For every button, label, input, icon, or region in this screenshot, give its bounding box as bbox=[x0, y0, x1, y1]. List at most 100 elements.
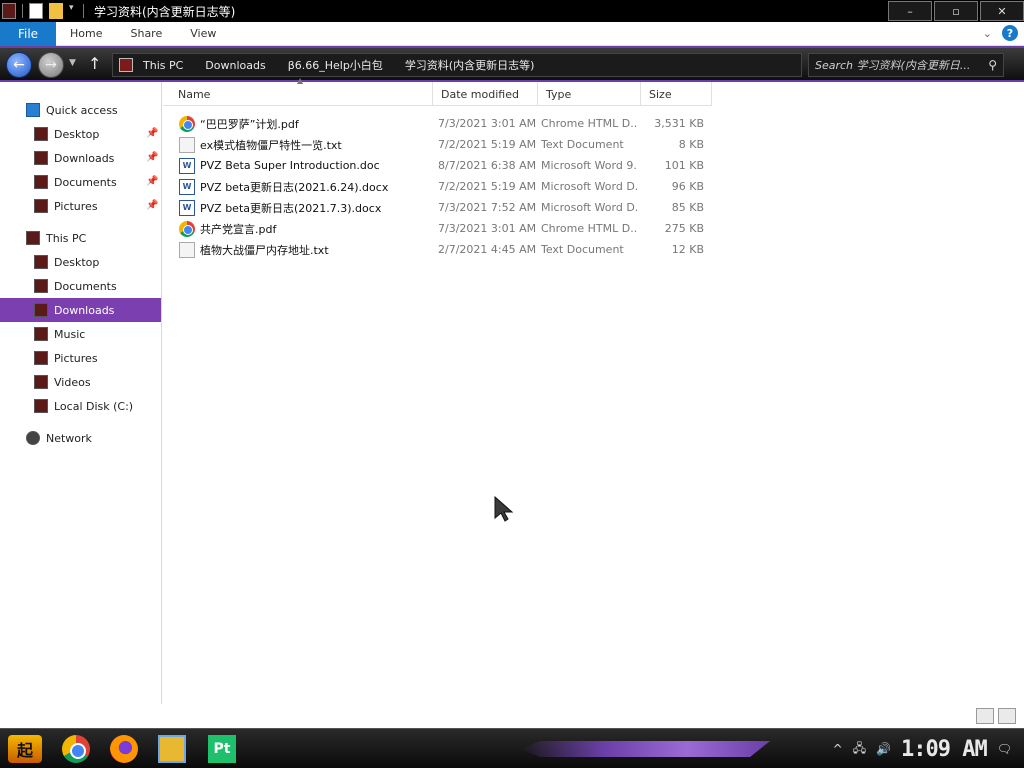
folder-icon bbox=[34, 151, 48, 165]
file-row[interactable]: W PVZ beta更新日志(2021.7.3).docx 7/3/2021 7:5… bbox=[163, 197, 712, 218]
sidebar-item[interactable]: Pictures 📌 bbox=[0, 194, 161, 218]
sidebar-item[interactable]: Desktop bbox=[0, 250, 161, 274]
sidebar-item[interactable]: Music bbox=[0, 322, 161, 346]
file-name: ex模式植物僵尸特性一览.txt bbox=[200, 138, 342, 152]
sidebar-item[interactable]: Local Disk (C:) bbox=[0, 394, 161, 418]
folder-icon bbox=[34, 255, 48, 269]
recent-locations-icon[interactable]: ▼ bbox=[69, 58, 76, 68]
sidebar-item[interactable]: Documents 📌 bbox=[0, 170, 161, 194]
folder-icon bbox=[34, 327, 48, 341]
folder-icon bbox=[119, 58, 133, 72]
notifications-icon[interactable]: 🗨 bbox=[997, 742, 1012, 756]
sidebar-item-label: Desktop bbox=[54, 127, 100, 141]
file-type: Text Document bbox=[541, 243, 624, 256]
file-row[interactable]: W PVZ beta更新日志(2021.6.24).docx 7/2/2021 5:… bbox=[163, 176, 712, 197]
file-name-cell: ex模式植物僵尸特性一览.txt bbox=[163, 136, 430, 153]
folder-icon bbox=[34, 279, 48, 293]
file-row[interactable]: 植物大战僵尸内存地址.txt 2/7/2021 4:45 AM Text Docum… bbox=[163, 239, 712, 260]
pin-icon[interactable]: 📌 bbox=[146, 128, 158, 139]
sidebar-item[interactable]: Desktop 📌 bbox=[0, 122, 161, 146]
tab-share[interactable]: Share bbox=[116, 27, 176, 40]
pin-icon[interactable]: 📌 bbox=[146, 176, 158, 187]
back-button[interactable]: ← bbox=[6, 52, 32, 78]
minimize-button[interactable]: – bbox=[888, 1, 932, 21]
mouse-cursor-icon bbox=[494, 496, 514, 522]
start-button[interactable]: 起 bbox=[8, 735, 42, 763]
close-button[interactable]: ✕ bbox=[980, 1, 1024, 21]
column-name[interactable]: Name bbox=[163, 82, 433, 106]
sidebar-item[interactable]: Videos bbox=[0, 370, 161, 394]
sidebar-item-label: Local Disk (C:) bbox=[54, 399, 134, 413]
file-row[interactable]: “巴巴罗萨”计划.pdf 7/3/2021 3:01 AM Chrome HTML … bbox=[163, 113, 712, 134]
drive-icon bbox=[34, 399, 48, 413]
word-icon: W bbox=[179, 157, 195, 174]
large-icons-view-button[interactable] bbox=[998, 708, 1016, 724]
file-name-cell: W PVZ beta更新日志(2021.7.3).docx bbox=[163, 199, 430, 216]
app-icon[interactable] bbox=[2, 3, 16, 19]
pin-icon[interactable]: 📌 bbox=[146, 152, 158, 163]
forward-button[interactable]: → bbox=[38, 52, 64, 78]
pt-app-icon[interactable]: Pt bbox=[208, 735, 236, 763]
file-type: Chrome HTML D... bbox=[541, 117, 637, 130]
sidebar-item[interactable]: Documents bbox=[0, 274, 161, 298]
sidebar-item-label: Downloads bbox=[54, 151, 115, 165]
file-name: 共产党宣言.pdf bbox=[200, 222, 277, 236]
expand-ribbon-icon[interactable]: ⌄ bbox=[983, 27, 992, 40]
customize-toolbar-icon[interactable]: ▾ bbox=[69, 3, 77, 19]
search-icon[interactable]: ⚲ bbox=[988, 58, 997, 72]
star-icon bbox=[26, 103, 40, 117]
tab-home[interactable]: Home bbox=[56, 27, 116, 40]
sidebar-item[interactable]: Downloads bbox=[0, 298, 161, 322]
tab-file[interactable]: File bbox=[0, 21, 56, 46]
file-name: “巴巴罗萨”计划.pdf bbox=[200, 117, 299, 131]
breadcrumb-current-folder[interactable]: 学习资料(内含更新日志等) bbox=[405, 57, 535, 73]
breadcrumb-this-pc[interactable]: This PC bbox=[143, 59, 183, 72]
sidebar-item-label: Music bbox=[54, 327, 86, 341]
file-row[interactable]: 共产党宣言.pdf 7/3/2021 3:01 AM Chrome HTML D..… bbox=[163, 218, 712, 239]
pin-icon[interactable]: 📌 bbox=[146, 200, 158, 211]
chrome-icon[interactable] bbox=[62, 735, 90, 763]
column-size[interactable]: Size bbox=[641, 82, 712, 106]
sidebar-item[interactable]: Network bbox=[0, 426, 161, 450]
sidebar-item[interactable]: This PC bbox=[0, 226, 161, 250]
clock[interactable]: 1:09 AM bbox=[901, 737, 988, 762]
help-icon[interactable]: ? bbox=[1002, 25, 1018, 41]
maximize-button[interactable]: ▫ bbox=[934, 1, 978, 21]
toolbar-divider bbox=[22, 4, 23, 18]
details-view-button[interactable] bbox=[976, 708, 994, 724]
tab-view[interactable]: View bbox=[176, 27, 230, 40]
new-folder-icon[interactable] bbox=[49, 3, 63, 19]
word-icon: W bbox=[179, 178, 195, 195]
sidebar-item-label: Quick access bbox=[46, 103, 118, 117]
file-explorer-icon[interactable] bbox=[158, 735, 186, 763]
sidebar-item[interactable]: Pictures bbox=[0, 346, 161, 370]
volume-icon[interactable]: 🔊 bbox=[876, 742, 891, 756]
sidebar-item-label: Videos bbox=[54, 375, 91, 389]
file-size: 85 KB bbox=[671, 201, 704, 214]
file-name: 植物大战僵尸内存地址.txt bbox=[200, 243, 329, 257]
file-size: 275 KB bbox=[664, 222, 704, 235]
breadcrumb-downloads[interactable]: Downloads bbox=[205, 59, 265, 72]
show-hidden-icons-icon[interactable]: ^ bbox=[833, 742, 843, 756]
file-list: ▲ Name Date modified Type Size “巴巴罗萨”计划.… bbox=[163, 76, 1024, 704]
network-status-icon[interactable]: 🖧 bbox=[853, 739, 866, 760]
sidebar-item-label: Desktop bbox=[54, 255, 100, 269]
sidebar-item[interactable]: Quick access bbox=[0, 98, 161, 122]
properties-icon[interactable] bbox=[29, 3, 43, 19]
folder-icon bbox=[34, 351, 48, 365]
computer-icon bbox=[26, 231, 40, 245]
breadcrumb-help-package[interactable]: β6.66_Help小白包 bbox=[288, 57, 383, 73]
file-row[interactable]: W PVZ Beta Super Introduction.doc 8/7/2021… bbox=[163, 155, 712, 176]
sidebar-item-label: Network bbox=[46, 431, 92, 445]
firefox-icon[interactable] bbox=[110, 735, 138, 763]
column-type[interactable]: Type bbox=[538, 82, 641, 106]
sidebar-item[interactable]: Downloads 📌 bbox=[0, 146, 161, 170]
file-row[interactable]: ex模式植物僵尸特性一览.txt 7/2/2021 5:19 AM Text Doc… bbox=[163, 134, 712, 155]
breadcrumb[interactable]: This PC Downloads β6.66_Help小白包 学习资料(内含更… bbox=[112, 53, 802, 77]
view-toggle bbox=[976, 708, 1016, 724]
window-title: 学习资料(内含更新日志等) bbox=[94, 4, 236, 19]
column-date-modified[interactable]: Date modified bbox=[433, 82, 538, 106]
taskbar: 起 Pt ^ 🖧 🔊 1:09 AM 🗨 bbox=[0, 728, 1024, 768]
search-input[interactable]: Search 学习资料(内含更新日... ⚲ bbox=[808, 53, 1004, 77]
up-button[interactable]: ↑ bbox=[88, 54, 101, 73]
